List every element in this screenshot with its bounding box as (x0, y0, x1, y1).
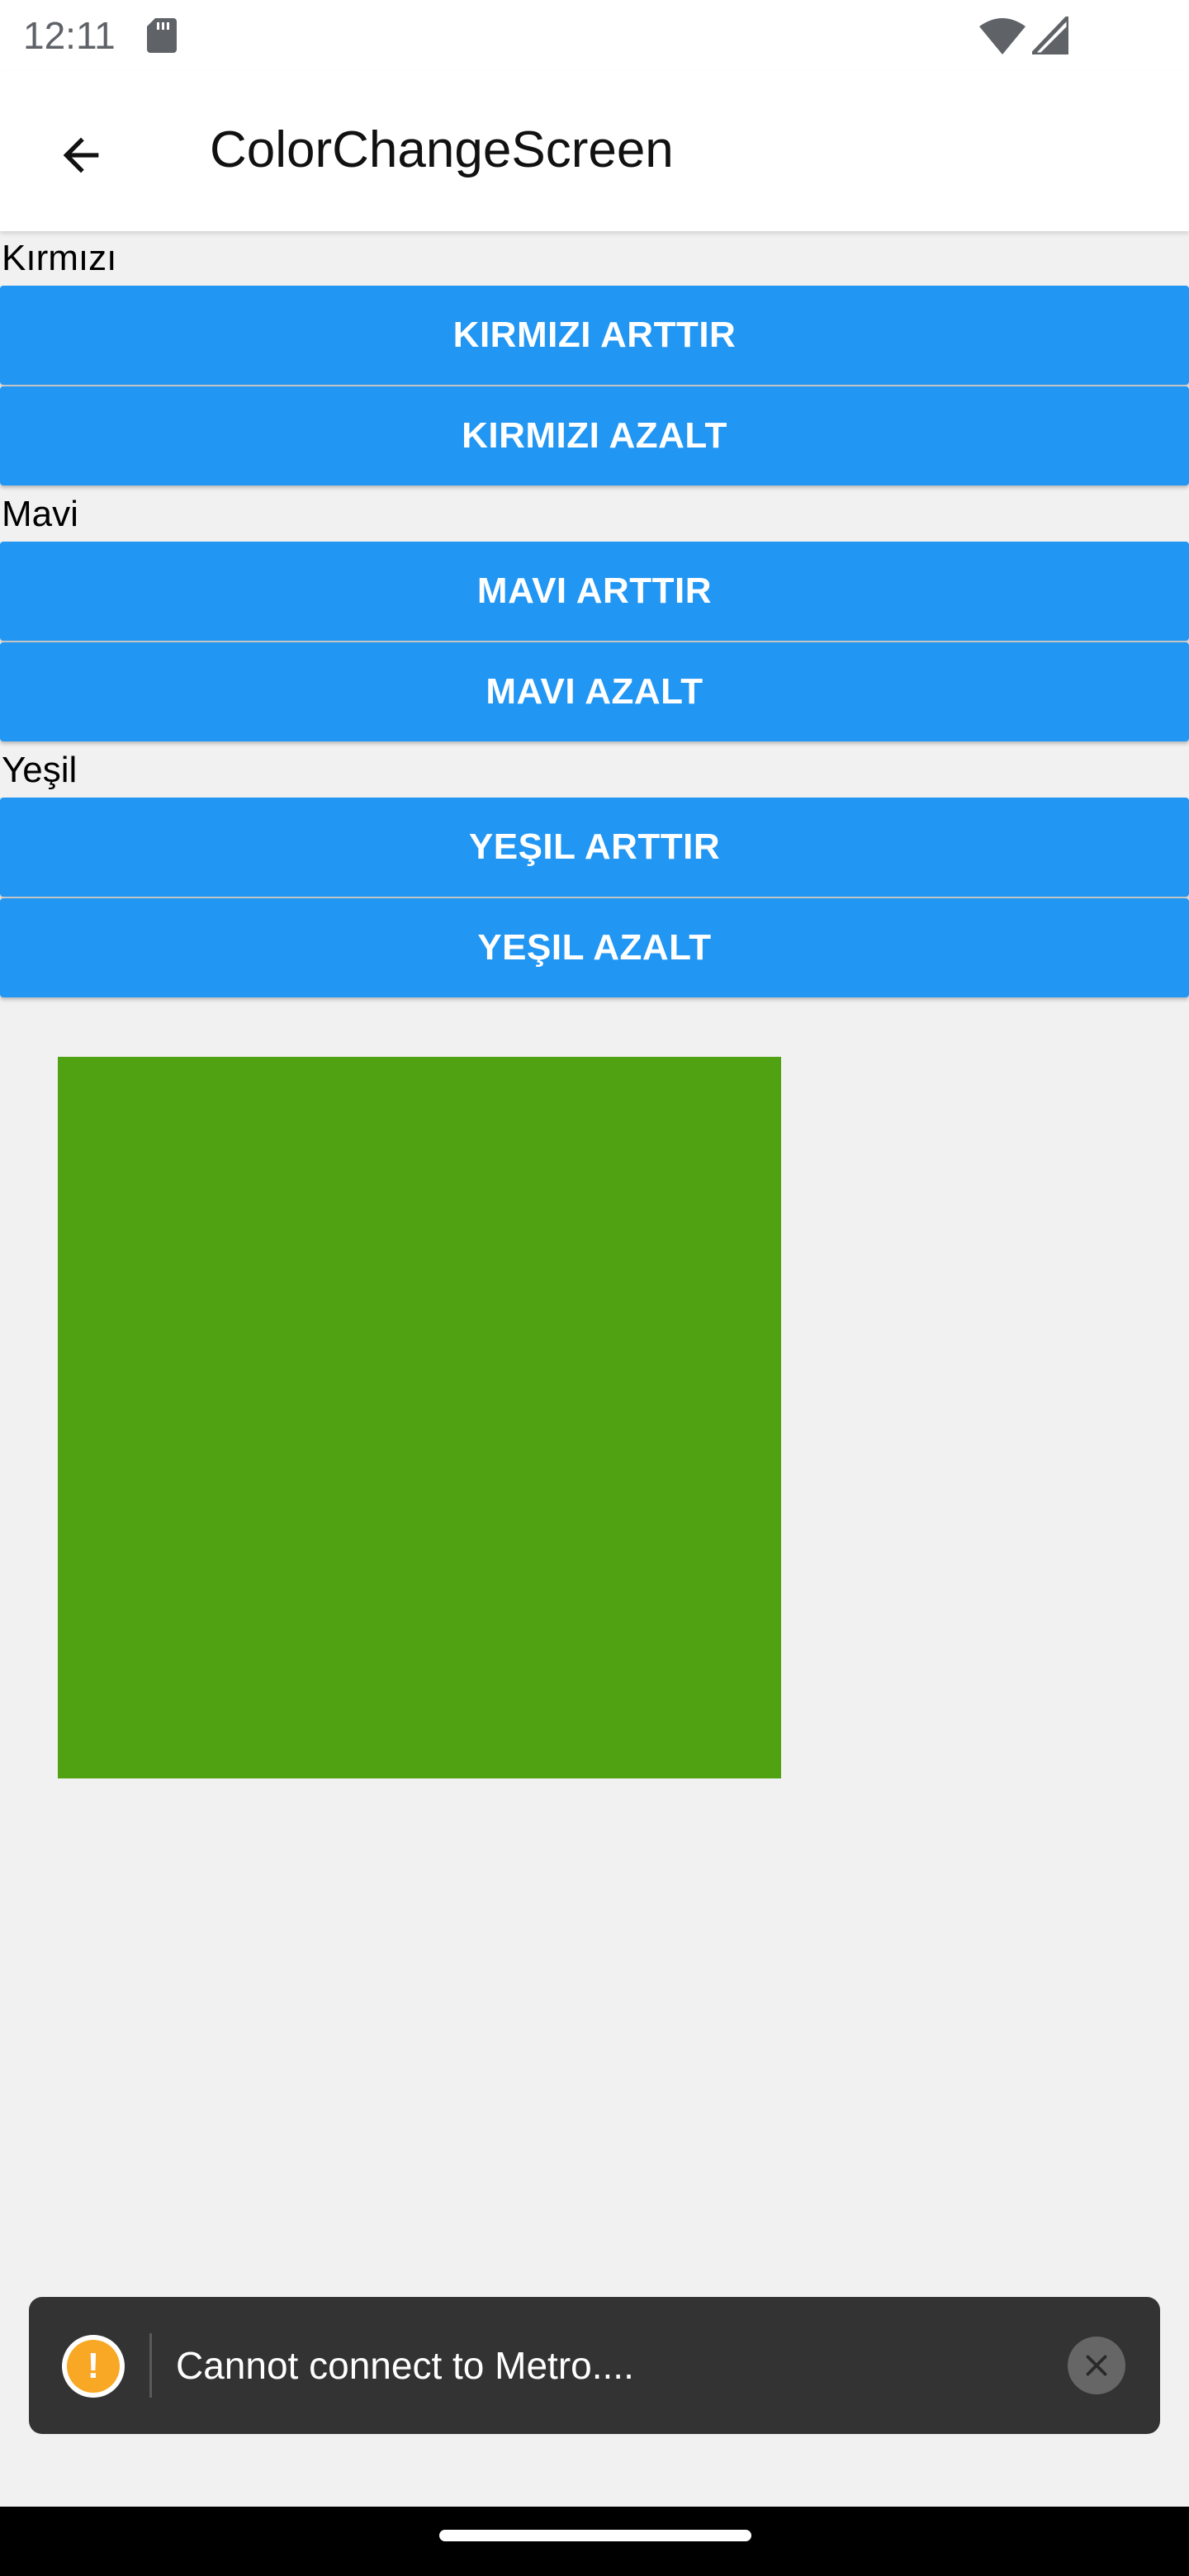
red-increase-button[interactable]: KIRMIZI ARTTIR (0, 286, 1189, 385)
toast-message: Cannot connect to Metro.... (176, 2344, 634, 2387)
back-button[interactable] (40, 114, 122, 197)
blue-label: Mavi (2, 494, 78, 534)
color-preview-box (58, 1057, 781, 1778)
blue-increase-button[interactable]: MAVI ARTTIR (0, 542, 1189, 641)
status-bar: 12:11 (0, 0, 1189, 71)
close-icon (1086, 2355, 1107, 2376)
signal-icon (1032, 17, 1068, 54)
app-bar: ColorChangeScreen (0, 71, 1189, 231)
arrow-back-icon (63, 137, 99, 173)
toast-divider (149, 2333, 152, 2398)
dismiss-toast-button[interactable] (1068, 2337, 1125, 2394)
red-label: Kırmızı (2, 238, 117, 278)
metro-error-toast[interactable]: ! Cannot connect to Metro.... (29, 2297, 1160, 2434)
green-label: Yeşil (2, 750, 78, 790)
sd-card-icon (147, 18, 177, 53)
screen: 12:11 ColorChangeScreen Kırmızı KIRMIZI … (0, 0, 1189, 2576)
color-controls: Kırmızı KIRMIZI ARTTIR KIRMIZI AZALT Mav… (0, 231, 1189, 999)
green-decrease-button[interactable]: YEŞIL AZALT (0, 898, 1189, 997)
blue-decrease-button[interactable]: MAVI AZALT (0, 642, 1189, 741)
red-decrease-button[interactable]: KIRMIZI AZALT (0, 386, 1189, 485)
wifi-icon (979, 18, 1026, 54)
page-title: ColorChangeScreen (210, 121, 674, 178)
green-increase-button[interactable]: YEŞIL ARTTIR (0, 798, 1189, 897)
warning-icon: ! (62, 2335, 125, 2398)
navigation-bar (0, 2507, 1189, 2576)
status-time: 12:11 (23, 14, 116, 57)
home-gesture-handle[interactable] (439, 2530, 751, 2541)
